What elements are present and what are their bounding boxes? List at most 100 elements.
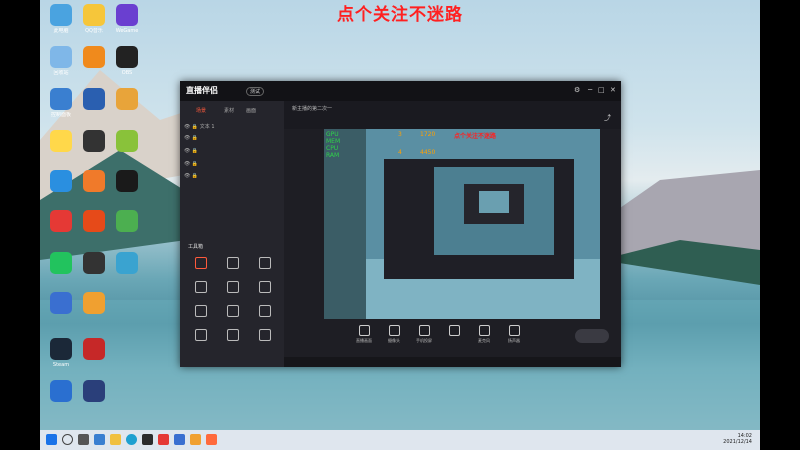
tool-button[interactable] [186, 305, 216, 319]
tab-canvas[interactable]: 画面 [246, 107, 256, 114]
desktop-icon[interactable] [108, 88, 146, 112]
desktop-icon-label: 控制面板 [50, 112, 71, 118]
tool-button[interactable] [250, 305, 280, 319]
desktop-icon[interactable]: OBS [108, 46, 146, 76]
desktop-icon[interactable]: WeGame [108, 4, 146, 34]
app-icon [116, 88, 138, 110]
tool-icon [195, 329, 207, 341]
desktop-icon[interactable] [75, 380, 113, 404]
desktop-icon[interactable] [108, 130, 146, 154]
overlay-number-4: 4450 [420, 149, 436, 156]
tool-button[interactable] [186, 257, 216, 271]
app-icon [50, 338, 72, 360]
desktop-icon-label: 回收站 [53, 70, 69, 76]
scene-row[interactable]: 👁 🔒 文本 1 [184, 123, 215, 130]
app-icon[interactable] [142, 434, 153, 445]
toolbar-label: 直播画面 [356, 338, 372, 343]
app-icon [83, 252, 105, 274]
scene-row[interactable]: 👁 🔒 [184, 148, 198, 154]
tool-button[interactable] [186, 281, 216, 295]
bottom-toolbar: 直播画面 摄像头 手机投屏 麦克风 扬声器 [284, 321, 621, 355]
app-icon [116, 46, 138, 68]
edge-icon[interactable] [126, 434, 137, 445]
app-icon [116, 170, 138, 192]
tool-button[interactable] [250, 281, 280, 295]
desktop-icon-label: Steam [52, 362, 70, 368]
windows-start-icon[interactable] [46, 434, 57, 445]
overlay-red-text: 点个关注不迷路 [454, 133, 497, 140]
close-icon[interactable]: ✕ [610, 86, 616, 94]
app-icon [83, 170, 105, 192]
tool-icon [259, 329, 271, 341]
app-icon [83, 210, 105, 232]
app-icon [83, 130, 105, 152]
banner-text: 点个关注不迷路 [337, 5, 463, 25]
overlay-stat-labels: GPU MEM CPU RAM [326, 131, 346, 159]
maximize-icon[interactable]: □ [598, 86, 605, 94]
widgets-icon[interactable] [94, 434, 105, 445]
tool-icon [195, 305, 207, 317]
title-bar[interactable]: 直播伴侣 测试 ⚙ ─ □ ✕ [180, 81, 621, 101]
tool-icon [227, 281, 239, 293]
bottom-toolbar-item[interactable]: 摄像头 [380, 325, 408, 344]
toolbar-icon [418, 325, 430, 336]
tool-button[interactable] [250, 257, 280, 271]
bottom-toolbar-item[interactable] [440, 325, 468, 338]
share-icon[interactable]: ⤴ [604, 113, 611, 123]
bottom-toolbar-item[interactable]: 手机投屏 [410, 325, 438, 344]
desktop-icon[interactable] [75, 292, 113, 316]
scene-row[interactable]: 👁 🔒 [184, 161, 198, 167]
tool-icon [227, 305, 239, 317]
toolbar-icon [508, 325, 520, 336]
tool-button[interactable] [218, 305, 248, 319]
tool-icon [227, 329, 239, 341]
toolbox-title: 工具箱 [188, 244, 204, 250]
version-badge: 测试 [246, 87, 265, 96]
app-icon [116, 252, 138, 274]
app-icon[interactable] [158, 434, 169, 445]
file-explorer-icon[interactable] [110, 434, 121, 445]
toolbar-label: 手机投屏 [416, 338, 432, 343]
tab-materials[interactable]: 素材 [224, 107, 234, 114]
tool-button[interactable] [218, 329, 248, 343]
tool-button[interactable] [250, 329, 280, 343]
tool-icon [259, 257, 271, 269]
go-live-button[interactable] [575, 329, 609, 343]
desktop-icon[interactable] [108, 170, 146, 194]
tool-button[interactable] [218, 281, 248, 295]
desktop-icon[interactable] [108, 252, 146, 276]
desktop: 点个关注不迷路 此电脑 QQ音乐 WeGame 回收站 OBS 控制面板 Steam 直播伴… [40, 0, 760, 450]
desktop-icon[interactable] [108, 210, 146, 234]
bottom-toolbar-item[interactable]: 直播画面 [350, 325, 378, 344]
tool-button[interactable] [218, 257, 248, 271]
minimize-icon[interactable]: ─ [588, 86, 592, 94]
app-icon [116, 210, 138, 232]
preview-canvas[interactable]: GPU MEM CPU RAM 3 1720 4 4450 点个关注不迷路 [324, 129, 600, 319]
tool-icon [259, 305, 271, 317]
overlay-number-3: 4 [398, 149, 402, 156]
desktop-icon[interactable] [75, 338, 113, 362]
stat-gpu: GPU [326, 131, 339, 138]
settings-icon[interactable]: ⚙ [574, 86, 580, 94]
system-clock[interactable]: 14:02 2021/12/14 [723, 433, 752, 445]
search-icon[interactable] [62, 434, 73, 445]
app-icon[interactable] [206, 434, 217, 445]
tab-scenes[interactable]: 场景 [196, 107, 206, 114]
task-view-icon[interactable] [78, 434, 89, 445]
app-icon[interactable] [190, 434, 201, 445]
overlay-number-2: 1720 [420, 131, 436, 138]
app-icon[interactable] [174, 434, 185, 445]
status-bar [284, 357, 621, 367]
bottom-toolbar-item[interactable]: 扬声器 [500, 325, 528, 344]
stat-mem: MEM [326, 138, 341, 145]
stat-ram: RAM [326, 152, 340, 159]
live-companion-window[interactable]: 直播伴侣 测试 ⚙ ─ □ ✕ 场景 素材 画面 👁 🔒 文本 1 👁 🔒 👁 … [180, 81, 621, 367]
scene-row[interactable]: 👁 🔒 [184, 135, 198, 141]
scene-row[interactable]: 👁 🔒 [184, 173, 198, 179]
bottom-toolbar-item[interactable]: 麦克风 [470, 325, 498, 344]
app-icon [83, 4, 105, 26]
app-logo: 直播伴侣 [186, 86, 218, 95]
tool-button[interactable] [186, 329, 216, 343]
app-icon [83, 380, 105, 402]
tool-icon [259, 281, 271, 293]
